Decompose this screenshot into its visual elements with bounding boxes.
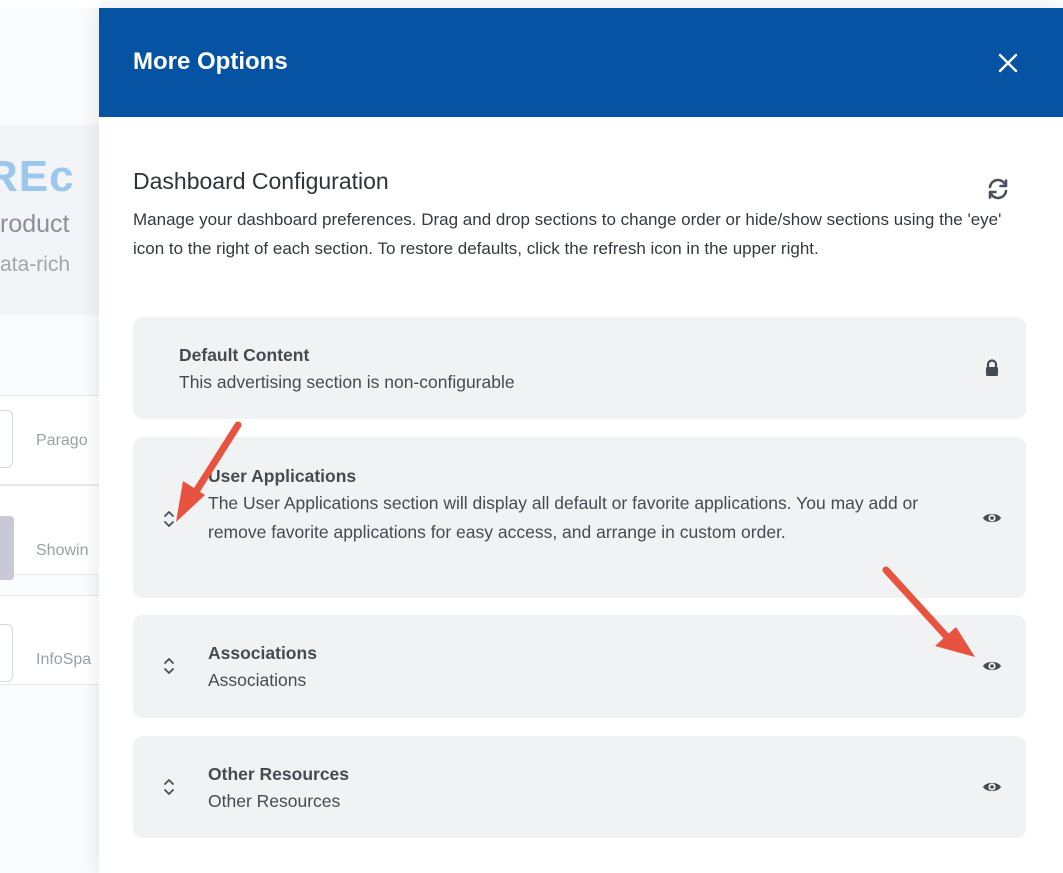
panel-header: More Options xyxy=(99,8,1063,117)
panel-title: More Options xyxy=(133,48,288,75)
config-item-description: The User Applications section will displ… xyxy=(208,493,919,542)
background-card-thumbnail xyxy=(0,516,14,580)
config-item-title: Associations xyxy=(208,643,317,663)
more-options-panel: More Options Dashboard Configuration Man… xyxy=(99,8,1063,873)
config-item-default-content: Default Content This advertising section… xyxy=(133,317,1026,419)
lock-icon xyxy=(981,357,1003,379)
config-item-other-resources[interactable]: Other Resources Other Resources xyxy=(133,736,1026,838)
config-item-associations[interactable]: Associations Associations xyxy=(133,615,1026,718)
background-card-text: Showin xyxy=(36,542,89,559)
drag-handle-icon[interactable] xyxy=(161,507,177,531)
background-card[interactable]: Parago xyxy=(0,395,110,485)
refresh-icon xyxy=(988,178,1008,200)
eye-icon[interactable] xyxy=(981,655,1003,677)
background-card[interactable]: Showin xyxy=(0,485,110,580)
dashboard-configuration-title: Dashboard Configuration xyxy=(133,168,389,194)
config-item-title: Default Content xyxy=(179,345,310,365)
config-item-description: Associations xyxy=(208,670,307,690)
background-card-text: InfoSpa xyxy=(36,651,92,668)
eye-icon[interactable] xyxy=(981,507,1003,529)
background-topbar xyxy=(0,0,100,8)
config-item-title: Other Resources xyxy=(208,764,350,784)
background-card-icon xyxy=(0,624,13,682)
config-item-description: Other Resources xyxy=(208,791,341,811)
background-card-icon xyxy=(0,410,13,468)
background-card[interactable]: InfoSpa xyxy=(0,595,110,685)
drag-handle-icon[interactable] xyxy=(161,654,177,678)
background-hero-text: ata-rich xyxy=(0,253,71,276)
drag-handle-icon[interactable] xyxy=(161,775,177,799)
config-item-user-applications[interactable]: User Applications The User Applications … xyxy=(133,437,1026,598)
close-button[interactable] xyxy=(991,46,1025,80)
background-hero-subtitle: roduct xyxy=(0,210,70,238)
config-item-description: This advertising section is non-configur… xyxy=(179,372,515,392)
config-item-title: User Applications xyxy=(208,466,357,486)
background-card-text: Parago xyxy=(36,432,88,449)
dashboard-configuration-description: Manage your dashboard preferences. Drag … xyxy=(133,210,1002,258)
background-hero-title: REc xyxy=(0,152,75,201)
refresh-button[interactable] xyxy=(985,176,1011,202)
eye-icon[interactable] xyxy=(981,776,1003,798)
close-icon xyxy=(998,53,1018,73)
